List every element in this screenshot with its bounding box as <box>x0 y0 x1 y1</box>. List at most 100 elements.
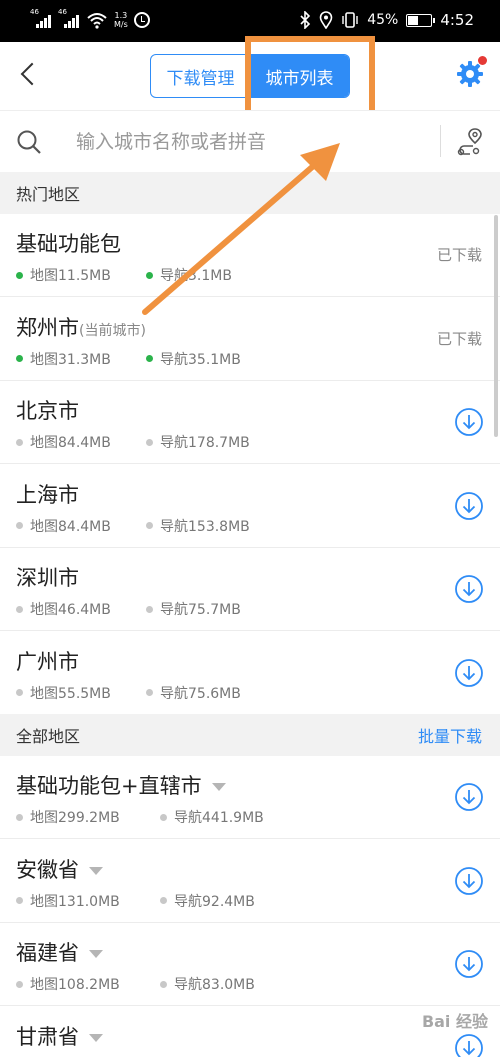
region-list-item[interactable]: 郑州市(当前城市) 地图31.3MB 导航35.1MB 已下载 <box>0 297 500 381</box>
download-icon[interactable] <box>454 949 484 979</box>
signal-icon: 46 <box>30 8 52 28</box>
status-dot <box>146 438 153 446</box>
map-size-text: 地图11.5MB <box>30 268 111 284</box>
status-dot <box>16 897 23 904</box>
status-dot <box>16 813 23 821</box>
region-name-text: 安徽省 <box>16 857 79 882</box>
region-list-item[interactable]: 基础功能包地图11.5MB 导航3.1MB 已下载 <box>0 214 500 297</box>
region-name: 甘肃省 <box>16 1021 103 1051</box>
region-name-text: 深圳市 <box>16 566 79 590</box>
watermark: Bai 经验 <box>421 1012 488 1031</box>
expand-caret-icon[interactable] <box>89 866 103 875</box>
region-name-text: 甘肃省 <box>16 1024 79 1049</box>
region-name: 深圳市 <box>16 562 79 592</box>
signal-label: 46 <box>30 8 39 16</box>
download-icon[interactable] <box>454 574 484 604</box>
status-dot <box>146 355 153 362</box>
expand-caret-icon[interactable] <box>89 1033 103 1042</box>
section-title-hot: 热门地区 <box>16 185 81 204</box>
map-size: 地图55.5MB <box>16 683 111 703</box>
status-dot <box>146 689 153 696</box>
region-list-item[interactable]: 广州市 地图55.5MB 导航75.6MB <box>0 631 500 715</box>
nav-size: 导航441.9MB <box>160 807 264 827</box>
status-dot <box>16 271 23 279</box>
map-size-text: 地图299.2MB <box>30 810 120 826</box>
region-name-text: 基础功能包+直辖市 <box>16 774 202 798</box>
status-dot <box>16 355 23 362</box>
status-dot <box>16 438 23 446</box>
map-size-text: 地图55.5MB <box>30 685 111 702</box>
map-size-text: 地图46.4MB <box>30 602 111 618</box>
back-button[interactable] <box>18 62 38 86</box>
region-name-text: 基础功能包 <box>16 232 121 256</box>
map-size-text: 地图84.4MB <box>30 518 111 535</box>
map-size: 地图108.2MB <box>16 974 120 994</box>
notification-dot <box>478 56 487 65</box>
map-size-text: 地图31.3MB <box>30 351 111 368</box>
vibrate-icon <box>342 12 358 28</box>
region-list-item[interactable]: 基础功能包+直辖市地图299.2MB 导航441.9MB <box>0 756 500 839</box>
nav-size-text: 导航153.8MB <box>160 518 250 535</box>
region-name: 福建省 <box>16 937 103 967</box>
speed-unit: M/s <box>114 20 128 29</box>
map-size-text: 地图131.0MB <box>30 893 120 910</box>
map-size: 地图84.4MB <box>16 516 111 536</box>
city-search-input[interactable] <box>76 128 416 156</box>
nav-size: 导航92.4MB <box>160 891 255 911</box>
region-name: 广州市 <box>16 646 79 676</box>
region-name-text: 福建省 <box>16 941 79 965</box>
region-name-text: 广州市 <box>16 649 79 674</box>
map-size: 地图84.4MB <box>16 432 111 452</box>
download-icon[interactable] <box>454 407 484 437</box>
region-name-text: 北京市 <box>16 399 79 423</box>
status-dot <box>146 271 153 279</box>
section-header-all: 全部地区 批量下载 <box>0 714 500 756</box>
signal-label-2: 46 <box>58 8 67 16</box>
map-size: 地图11.5MB <box>16 265 111 285</box>
network-speed: 1.3 M/s <box>114 11 128 29</box>
region-list-item[interactable]: 深圳市地图46.4MB 导航75.7MB <box>0 548 500 631</box>
route-icon[interactable] <box>456 127 484 157</box>
status-dot <box>160 980 167 988</box>
nav-size-text: 导航83.0MB <box>174 977 255 993</box>
wifi-icon <box>87 13 107 29</box>
nav-size-text: 导航35.1MB <box>160 351 241 368</box>
region-list-item[interactable]: 福建省地图108.2MB 导航83.0MB <box>0 923 500 1006</box>
nav-size: 导航83.0MB <box>160 974 255 994</box>
map-size-text: 地图108.2MB <box>30 977 120 993</box>
download-icon[interactable] <box>454 782 484 812</box>
download-icon[interactable] <box>454 491 484 521</box>
region-list-item[interactable]: 上海市地图84.4MB 导航153.8MB <box>0 464 500 548</box>
search-icon <box>17 130 41 154</box>
bluetooth-icon <box>300 11 311 29</box>
map-size: 地图31.3MB <box>16 349 111 369</box>
status-dot <box>16 605 23 613</box>
expand-caret-icon[interactable] <box>89 950 103 958</box>
download-icon[interactable] <box>454 658 484 688</box>
region-name-text: 上海市 <box>16 482 79 507</box>
nav-size: 导航3.1MB <box>146 265 232 285</box>
download-icon[interactable] <box>454 866 484 896</box>
nav-size-text: 导航178.7MB <box>160 435 250 451</box>
region-name: 上海市 <box>16 479 79 509</box>
download-icon[interactable] <box>454 1033 484 1057</box>
region-name: 基础功能包 <box>16 228 121 258</box>
batch-download-link[interactable]: 批量下载 <box>418 723 482 747</box>
downloaded-status: 已下载 <box>436 246 482 264</box>
region-list-item[interactable]: 北京市地图84.4MB 导航178.7MB <box>0 381 500 464</box>
battery-icon <box>406 13 436 27</box>
current-city-label: (当前城市) <box>79 322 146 339</box>
region-name: 北京市 <box>16 395 79 425</box>
scrollbar[interactable] <box>494 215 498 437</box>
nav-size: 导航153.8MB <box>146 516 250 536</box>
nav-size-text: 导航75.7MB <box>160 602 241 618</box>
tab-download-manager[interactable]: 下载管理 <box>151 55 250 97</box>
section-title-all: 全部地区 <box>16 727 81 746</box>
map-size-text: 地图84.4MB <box>30 435 111 451</box>
region-list-item[interactable]: 安徽省地图131.0MB 导航92.4MB <box>0 839 500 923</box>
alarm-icon <box>133 12 150 28</box>
expand-caret-icon[interactable] <box>211 783 226 791</box>
nav-size-text: 导航441.9MB <box>174 810 264 826</box>
nav-size-text: 导航92.4MB <box>174 893 255 910</box>
nav-size: 导航178.7MB <box>146 432 250 452</box>
